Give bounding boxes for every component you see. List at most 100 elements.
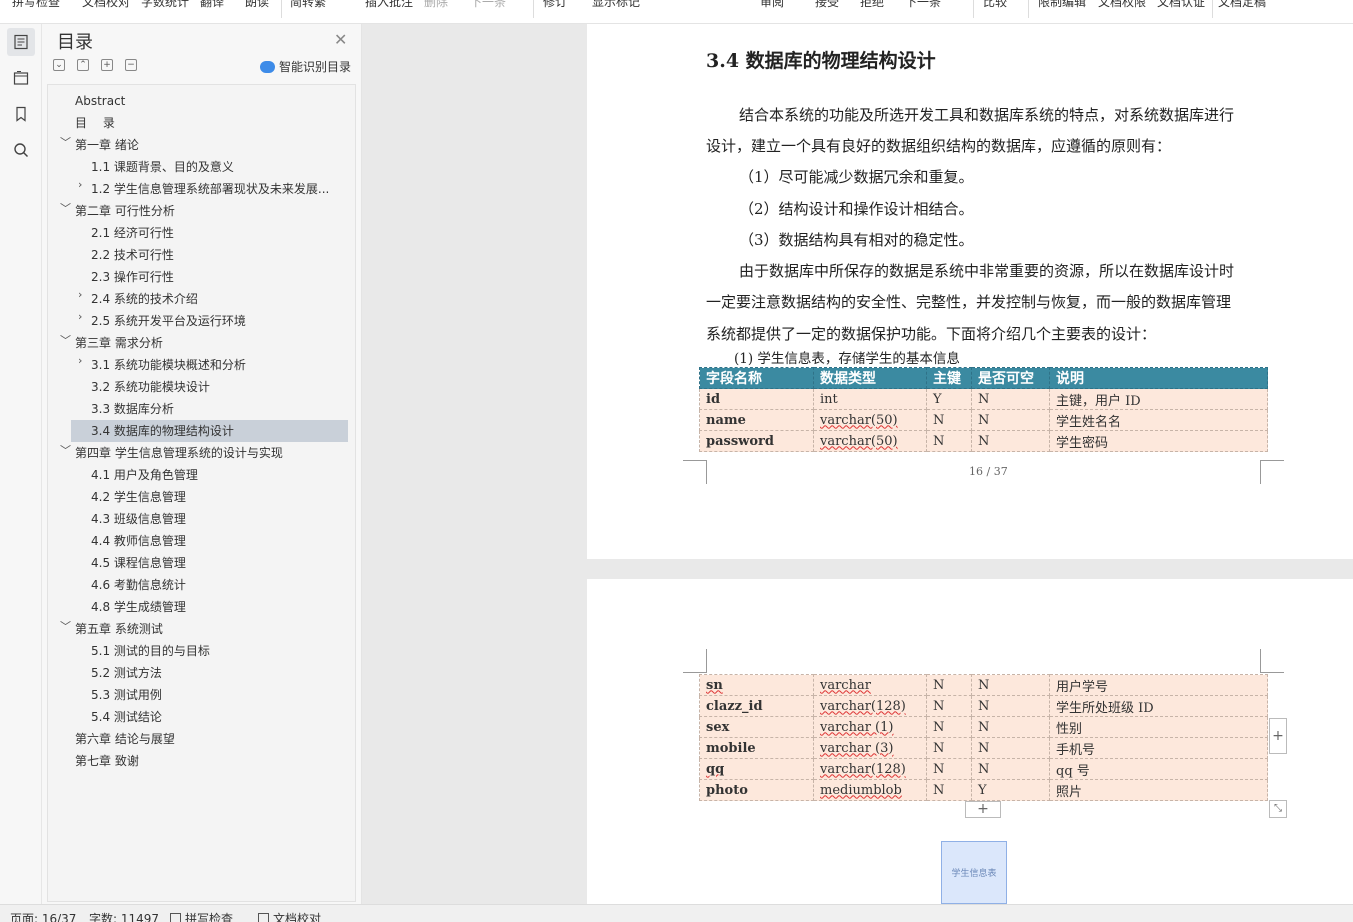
add-level-icon[interactable]: +	[101, 59, 113, 71]
student-table-part2[interactable]: sn varchar N N 用户学号 clazz_id varchar(128…	[699, 674, 1268, 801]
toc-item[interactable]: 第四章 学生信息管理系统的设计与实现	[75, 442, 283, 464]
toc-item[interactable]: 第一章 绪论	[75, 134, 139, 156]
toc-item[interactable]: 目 录	[75, 112, 115, 134]
accept-button[interactable]: 接受	[815, 0, 839, 10]
simplified-traditional-button[interactable]: 简转繁	[290, 0, 326, 10]
toc-item[interactable]: 第二章 可行性分析	[75, 200, 175, 222]
doc-certify-button[interactable]: 文档认证	[1157, 0, 1205, 10]
toc-item[interactable]: 2.2 技术可行性	[91, 244, 174, 266]
add-row-icon[interactable]: +	[965, 801, 1001, 818]
document-canvas[interactable]: 3.4 数据库的物理结构设计 结合本系统的功能及所选开发工具和数据库系统的特点，…	[362, 24, 1353, 904]
word-count-button[interactable]: 字数统计	[141, 0, 189, 10]
table-cell: sex	[699, 716, 814, 738]
spell-check-toggle[interactable]: 拼写检查	[170, 910, 233, 922]
show-markup-button[interactable]: 显示标记	[592, 0, 640, 10]
outline-icon[interactable]	[7, 28, 35, 56]
next-comment-button[interactable]: 下一条	[470, 0, 506, 10]
toc-item[interactable]: 5.4 测试结论	[91, 706, 162, 728]
chevron-down-icon[interactable]: ﹀	[60, 200, 71, 216]
reject-button[interactable]: 拒绝	[860, 0, 884, 10]
chevron-down-icon[interactable]: ﹀	[60, 332, 71, 348]
section-navigation-icon[interactable]	[7, 64, 35, 92]
table-row: clazz_id varchar(128) N N 学生所处班级 ID	[699, 695, 1268, 717]
compare-button[interactable]: 比较	[983, 0, 1007, 10]
delete-comment-button[interactable]: 删除	[424, 0, 448, 10]
next-change-button[interactable]: 下一条	[905, 0, 941, 10]
header-cell: 主键	[926, 367, 972, 389]
toc-item[interactable]: 2.1 经济可行性	[91, 222, 174, 244]
toc-item[interactable]: 5.2 测试方法	[91, 662, 162, 684]
word-count-indicator[interactable]: 字数: 11497	[89, 910, 159, 922]
toc-item[interactable]: 1.1 课题背景、目的及意义	[91, 156, 234, 178]
toc-item[interactable]: 3.2 系统功能模块设计	[91, 376, 210, 398]
read-aloud-button[interactable]: 朗读	[245, 0, 269, 10]
close-icon[interactable]: ✕	[334, 30, 347, 49]
table-cell: 学生密码	[1049, 430, 1268, 452]
page-indicator[interactable]: 页面: 16/37	[10, 910, 76, 922]
spell-check-button[interactable]: 拼写检查	[12, 0, 60, 10]
table-cell: clazz_id	[699, 695, 814, 717]
remove-level-icon[interactable]: −	[125, 59, 137, 71]
toc-item[interactable]: 2.5 系统开发平台及运行环境	[91, 310, 246, 332]
restrict-editing-button[interactable]: 限制编辑	[1038, 0, 1086, 10]
toc-item[interactable]: 2.3 操作可行性	[91, 266, 174, 288]
doc-finalize-button[interactable]: 文档定稿	[1218, 0, 1266, 10]
toc-item[interactable]: 4.8 学生成绩管理	[91, 596, 186, 618]
student-table-part1[interactable]: 字段名称 数据类型 主键 是否可空 说明 id int Y N 主键，用户 ID…	[699, 367, 1268, 452]
table-cell: N	[926, 695, 972, 717]
resize-table-icon[interactable]: ⤡	[1269, 800, 1287, 818]
toc-item[interactable]: 4.6 考勤信息统计	[91, 574, 186, 596]
ribbon-toolbar: 拼写检查 文档校对 字数统计 翻译 朗读 简转繁 插入批注 删除 下一条 修订 …	[0, 0, 1353, 24]
toc-item[interactable]: 4.5 课程信息管理	[91, 552, 186, 574]
table-cell: N	[926, 758, 972, 780]
search-icon[interactable]	[7, 136, 35, 164]
toc-item[interactable]: 3.3 数据库分析	[91, 398, 174, 420]
caption-text-box[interactable]: 学生信息表	[941, 841, 1007, 904]
doc-proof-button[interactable]: 文档校对	[82, 0, 130, 10]
track-changes-button[interactable]: 修订	[543, 0, 567, 10]
toc-item[interactable]: 1.2 学生信息管理系统部署现状及未来发展...	[91, 178, 329, 200]
toc-item-selected[interactable]: 3.4 数据库的物理结构设计	[71, 420, 348, 442]
table-row: photo mediumblob N Y 照片	[699, 779, 1268, 801]
doc-proof-toggle[interactable]: 文档校对	[258, 910, 321, 922]
table-row: qq varchar(128) N N qq 号	[699, 758, 1268, 780]
chevron-right-icon[interactable]: ›	[78, 354, 82, 367]
chevron-down-icon[interactable]: ﹀	[60, 134, 71, 150]
chevron-right-icon[interactable]: ›	[78, 178, 82, 191]
toc-item[interactable]: 2.4 系统的技术介绍	[91, 288, 198, 310]
table-cell: 照片	[1049, 779, 1268, 801]
toc-item[interactable]: Abstract	[75, 90, 125, 112]
status-bar: 页面: 16/37 字数: 11497 拼写检查 文档校对	[0, 904, 1353, 922]
toc-item[interactable]: 4.3 班级信息管理	[91, 508, 186, 530]
translate-button[interactable]: 翻译	[200, 0, 224, 10]
chevron-right-icon[interactable]: ›	[78, 288, 82, 301]
toc-item[interactable]: 4.1 用户及角色管理	[91, 464, 198, 486]
add-column-icon[interactable]: +	[1269, 718, 1287, 754]
toc-item[interactable]: 第五章 系统测试	[75, 618, 163, 640]
page-number: 16 / 37	[969, 465, 1008, 478]
toc-item[interactable]: 第七章 致谢	[75, 750, 139, 772]
table-cell: N	[971, 430, 1050, 452]
table-cell: int	[813, 388, 927, 410]
chevron-down-icon[interactable]: ﹀	[60, 442, 71, 458]
toc-item[interactable]: 5.1 测试的目的与目标	[91, 640, 210, 662]
toc-item[interactable]: 5.3 测试用例	[91, 684, 162, 706]
toc-item[interactable]: 4.4 教师信息管理	[91, 530, 186, 552]
toc-panel: 目录 ✕ ⌄ ⌃ + − 智能识别目录 Abstract 目 录 ﹀ 第一章 绪…	[42, 24, 362, 904]
expand-up-icon[interactable]: ⌃	[77, 59, 89, 71]
toc-item[interactable]: 3.1 系统功能模块概述和分析	[91, 354, 246, 376]
review-button[interactable]: 审阅	[760, 0, 784, 10]
body-paragraph: 结合本系统的功能及所选开发工具和数据库系统的特点，对系统数据库进行	[739, 106, 1235, 124]
insert-comment-button[interactable]: 插入批注	[365, 0, 413, 10]
header-cell: 字段名称	[699, 367, 814, 389]
chevron-right-icon[interactable]: ›	[78, 310, 82, 323]
bookmark-icon[interactable]	[7, 100, 35, 128]
toc-item[interactable]: 第三章 需求分析	[75, 332, 163, 354]
toc-item[interactable]: 4.2 学生信息管理	[91, 486, 186, 508]
smart-toc-button[interactable]: 智能识别目录	[260, 58, 351, 75]
collapse-all-icon[interactable]: ⌄	[53, 59, 65, 71]
doc-permission-button[interactable]: 文档权限	[1098, 0, 1146, 10]
toolbar-divider	[1028, 0, 1029, 18]
chevron-down-icon[interactable]: ﹀	[60, 618, 71, 634]
toc-item[interactable]: 第六章 结论与展望	[75, 728, 175, 750]
